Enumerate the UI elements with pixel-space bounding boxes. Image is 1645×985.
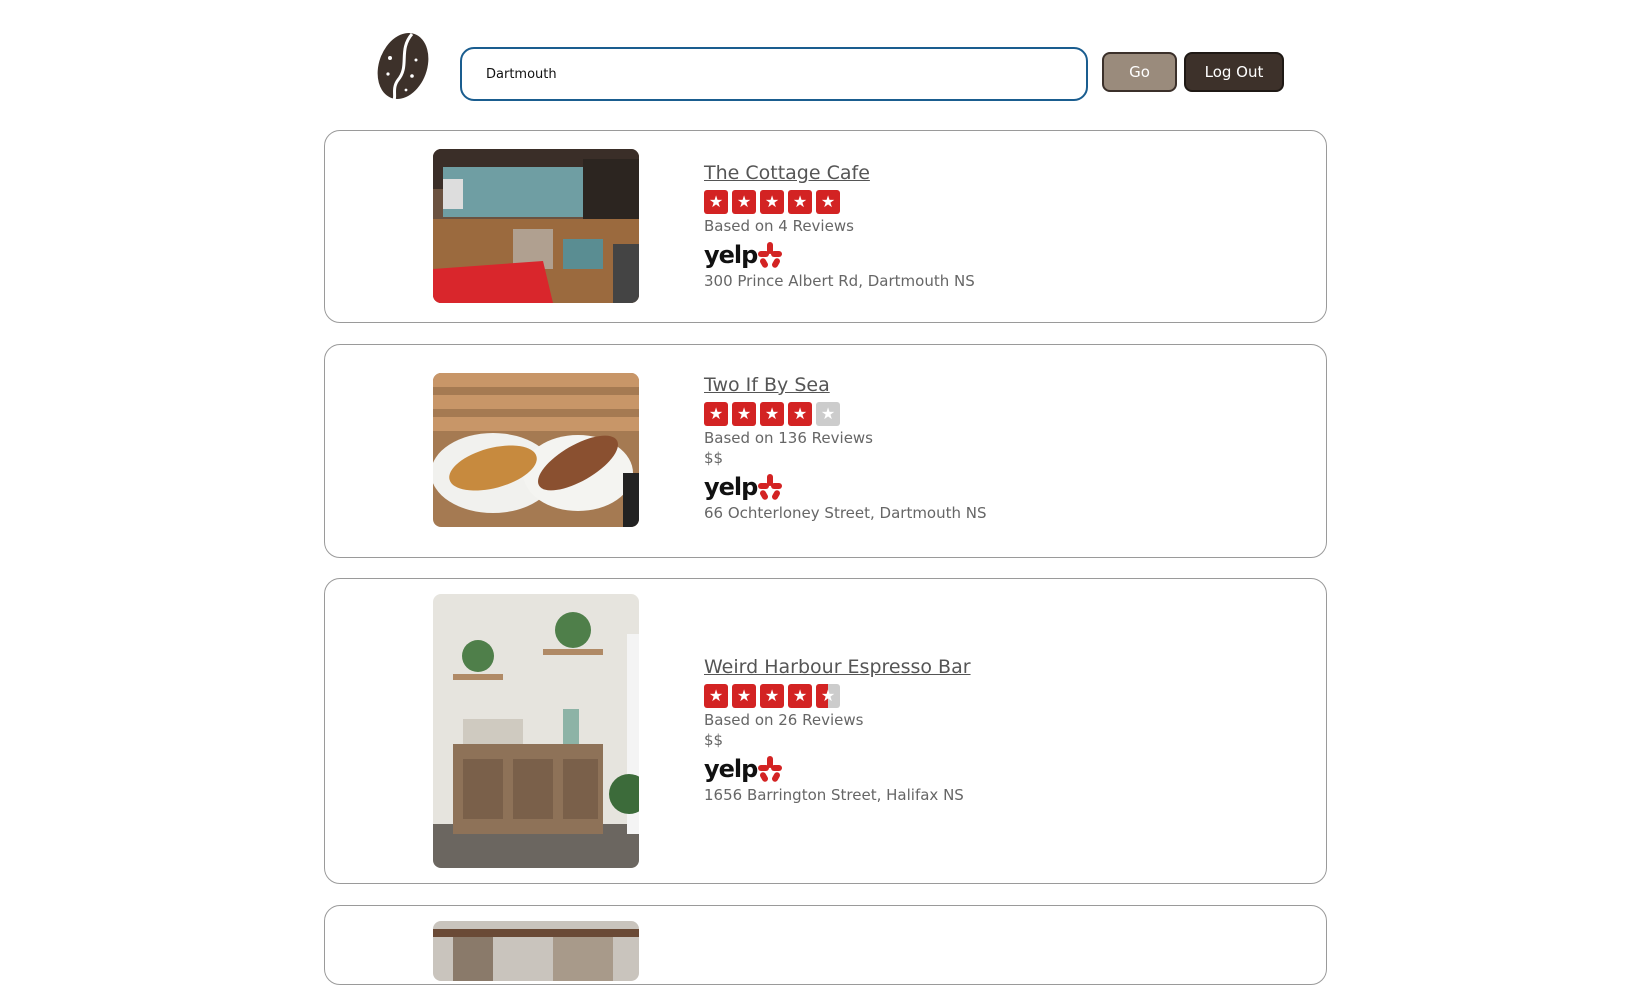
- price-level: $$: [704, 449, 724, 467]
- review-count: Based on 4 Reviews: [704, 217, 854, 235]
- star-icon: ★: [732, 684, 756, 708]
- star-icon: ★: [732, 190, 756, 214]
- star-half-icon: ★: [816, 684, 840, 708]
- result-info: Two If By Sea ★ ★ ★ ★ ★ Based on 136 Rev…: [704, 373, 987, 524]
- result-name-link[interactable]: The Cottage Cafe: [704, 161, 975, 185]
- header: Go Log Out: [0, 0, 1645, 120]
- star-icon: ★: [704, 402, 728, 426]
- yelp-burst-icon: [758, 242, 783, 268]
- star-icon: ★: [788, 402, 812, 426]
- star-rating: ★ ★ ★ ★ ★: [704, 190, 975, 214]
- star-icon: ★: [788, 684, 812, 708]
- result-address: 1656 Barrington Street, Halifax NS: [704, 786, 964, 804]
- search-input[interactable]: [460, 47, 1088, 101]
- star-icon: ★: [704, 684, 728, 708]
- star-rating: ★ ★ ★ ★ ★: [704, 402, 987, 426]
- yelp-logo[interactable]: yelp: [704, 754, 971, 784]
- star-icon: ★: [732, 402, 756, 426]
- cafe-interior-photo: [433, 149, 639, 303]
- review-count: Based on 136 Reviews: [704, 429, 873, 447]
- yelp-logo[interactable]: yelp: [704, 472, 987, 502]
- cabinet-plants-photo: [433, 594, 639, 868]
- result-address: 300 Prince Albert Rd, Dartmouth NS: [704, 272, 975, 290]
- result-info: Weird Harbour Espresso Bar ★ ★ ★ ★ ★ Bas…: [704, 655, 971, 806]
- result-card: Weird Harbour Espresso Bar ★ ★ ★ ★ ★ Bas…: [324, 578, 1327, 884]
- yelp-burst-icon: [758, 474, 783, 500]
- result-card: [324, 905, 1327, 985]
- star-icon: ★: [788, 190, 812, 214]
- go-button[interactable]: Go: [1102, 52, 1177, 92]
- result-address: 66 Ochterloney Street, Dartmouth NS: [704, 504, 987, 522]
- star-icon: ★: [704, 190, 728, 214]
- yelp-logo[interactable]: yelp: [704, 240, 975, 270]
- result-info: The Cottage Cafe ★ ★ ★ ★ ★ Based on 4 Re…: [704, 161, 975, 292]
- croissants-photo: [433, 373, 639, 527]
- star-rating: ★ ★ ★ ★ ★: [704, 684, 971, 708]
- yelp-burst-icon: [758, 756, 783, 782]
- star-icon: ★: [760, 190, 784, 214]
- star-icon: ★: [760, 402, 784, 426]
- star-empty-icon: ★: [816, 402, 840, 426]
- star-icon: ★: [760, 684, 784, 708]
- result-card: The Cottage Cafe ★ ★ ★ ★ ★ Based on 4 Re…: [324, 130, 1327, 323]
- price-level: $$: [704, 731, 724, 749]
- result-name-link[interactable]: Weird Harbour Espresso Bar: [704, 655, 971, 679]
- result-card: Two If By Sea ★ ★ ★ ★ ★ Based on 136 Rev…: [324, 344, 1327, 558]
- result-name-link[interactable]: Two If By Sea: [704, 373, 987, 397]
- logout-button[interactable]: Log Out: [1184, 52, 1284, 92]
- star-icon: ★: [816, 190, 840, 214]
- partial-cafe-photo: [433, 921, 639, 981]
- coffee-bean-icon[interactable]: [376, 30, 430, 102]
- review-count: Based on 26 Reviews: [704, 711, 864, 729]
